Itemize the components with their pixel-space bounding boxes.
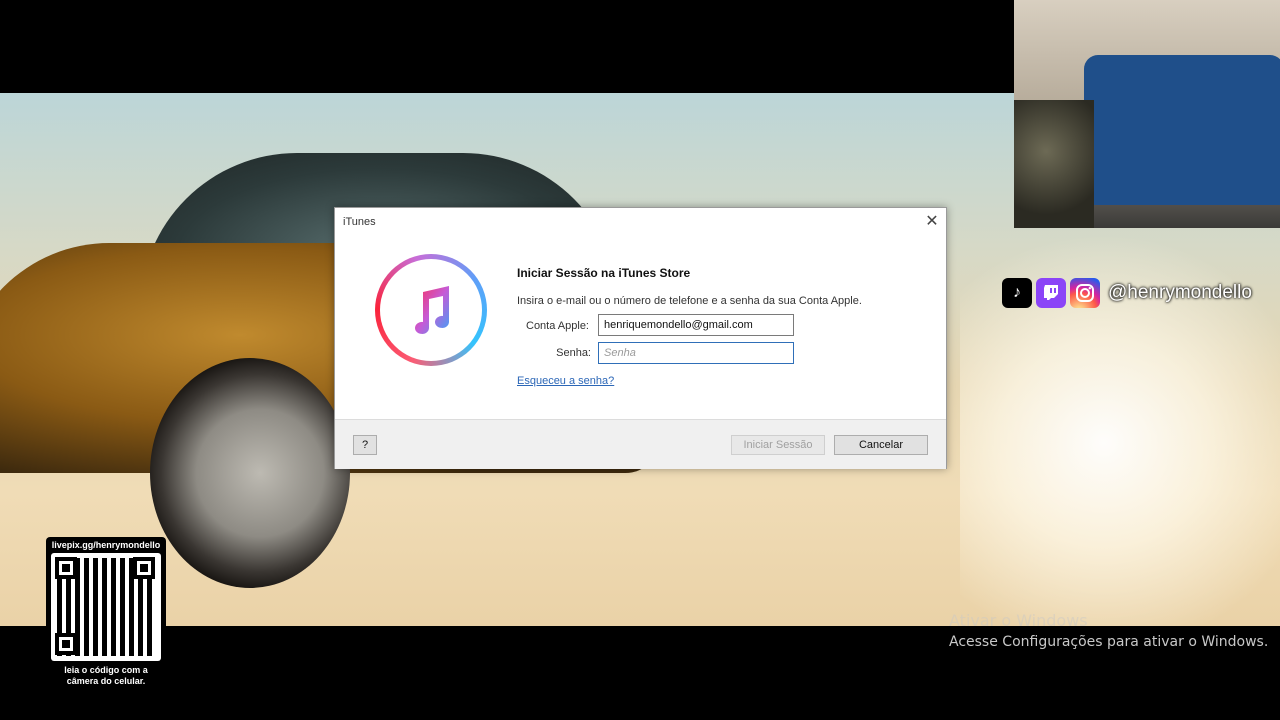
dialog-title: iTunes (343, 216, 376, 228)
password-label: Senha: (556, 347, 591, 359)
car-wheel (150, 358, 350, 588)
dialog-titlebar: iTunes ✕ (335, 208, 946, 236)
plant (1014, 100, 1094, 228)
qr-finder-top-left (55, 557, 77, 579)
qr-finder-bottom-left (55, 633, 77, 655)
apple-id-field[interactable] (598, 314, 794, 336)
dialog-heading: Iniciar Sessão na iTunes Store (517, 266, 691, 280)
qr-code-card: livepix.gg/henrymondello leia o código c… (46, 537, 166, 689)
qr-caption-line-1: leia o código com a (64, 665, 148, 675)
dialog-instructions: Insira o e-mail ou o número de telefone … (517, 295, 862, 307)
itunes-sign-in-dialog: iTunes ✕ Iniciar Sessão na iTunes Store … (334, 207, 947, 469)
cancel-button[interactable]: Cancelar (834, 435, 928, 455)
close-button[interactable]: ✕ (922, 212, 942, 232)
qr-code (51, 553, 161, 661)
forgot-password-link[interactable]: Esqueceu a senha? (517, 375, 614, 387)
music-note-icon (415, 286, 449, 334)
webcam-feed (1014, 0, 1280, 228)
itunes-logo-icon (375, 254, 487, 366)
dialog-footer: ? Iniciar Sessão Cancelar (335, 419, 946, 469)
tiktok-icon: ♪ (1002, 278, 1032, 308)
help-button[interactable]: ? (353, 435, 377, 455)
qr-finder-top-right (133, 557, 155, 579)
windows-activation-subtitle: Acesse Configurações para ativar o Windo… (949, 634, 1269, 650)
qr-caption: leia o código com a câmera do celular. (46, 665, 166, 687)
qr-url: livepix.gg/henrymondello (51, 540, 161, 550)
sign-in-button[interactable]: Iniciar Sessão (731, 435, 825, 455)
qr-caption-line-2: câmera do celular. (66, 676, 146, 686)
instagram-icon (1070, 278, 1100, 308)
apple-id-label: Conta Apple: (526, 320, 589, 332)
twitch-icon (1036, 278, 1066, 308)
sofa (1084, 55, 1280, 205)
password-field[interactable] (598, 342, 794, 364)
social-handle-text: @henrymondello (1108, 282, 1252, 303)
social-handle-bar: ♪ @henrymondello (1002, 278, 1252, 308)
windows-activation-title: Ativar o Windows (949, 611, 1088, 630)
